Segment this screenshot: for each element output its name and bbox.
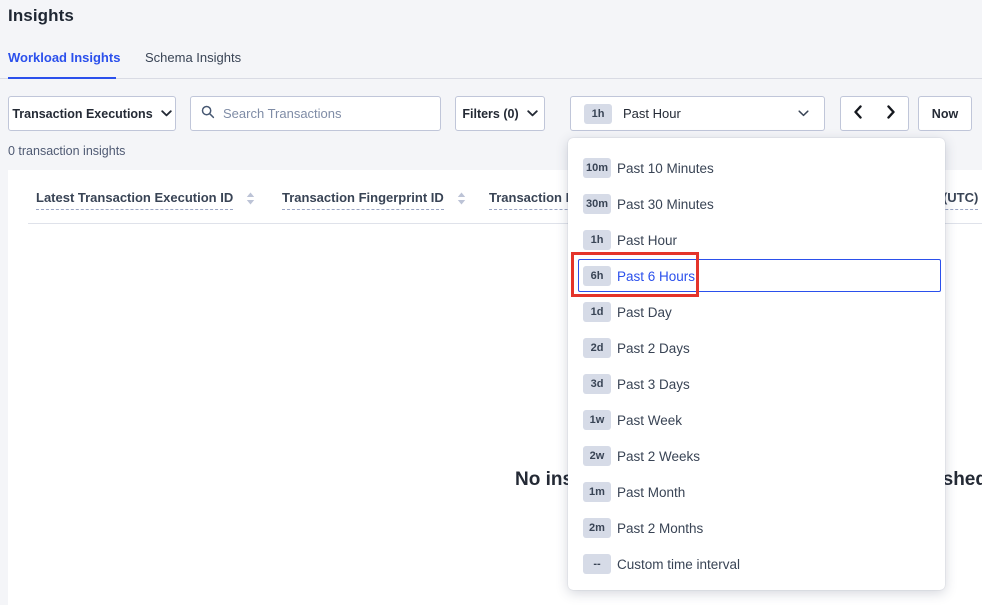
time-option-badge: 2w: [583, 446, 611, 466]
time-interval-dropdown: 10m Past 10 Minutes 30m Past 30 Minutes …: [568, 138, 945, 590]
time-option-label: Past Day: [617, 305, 672, 320]
time-option-label: Past Week: [617, 413, 682, 428]
time-option-label: Past Month: [617, 485, 685, 500]
time-option-badge: 1m: [583, 482, 611, 502]
time-option-label: Past 30 Minutes: [617, 197, 714, 212]
time-option-badge: 6h: [583, 266, 611, 286]
time-option-label: Past Hour: [617, 233, 677, 248]
search-icon: [201, 105, 215, 122]
time-option-badge: 1d: [583, 302, 611, 322]
time-option-past-30-minutes[interactable]: 30m Past 30 Minutes: [568, 186, 945, 222]
tab-schema-insights[interactable]: Schema Insights: [145, 50, 241, 65]
time-option-past-month[interactable]: 1m Past Month: [568, 474, 945, 510]
time-option-label: Past 3 Days: [617, 377, 690, 392]
tab-bar: Workload Insights Schema Insights: [0, 46, 982, 79]
time-option-label: Past 2 Months: [617, 521, 703, 536]
search-box[interactable]: [190, 96, 441, 131]
time-option-past-6-hours[interactable]: 6h Past 6 Hours: [568, 258, 945, 294]
time-option-badge: 1h: [583, 230, 611, 250]
search-input[interactable]: [223, 106, 430, 121]
chevron-down-icon: [161, 110, 172, 117]
insights-count: 0 transaction insights: [8, 144, 125, 158]
time-option-badge: 3d: [583, 374, 611, 394]
time-forward-button[interactable]: [874, 96, 909, 131]
time-option-label: Custom time interval: [617, 557, 740, 572]
active-tab-underline: [8, 77, 116, 79]
column-label: Transaction Fingerprint ID: [282, 190, 444, 210]
page-title: Insights: [8, 6, 74, 26]
time-interval-select[interactable]: 1h Past Hour: [570, 96, 825, 131]
sort-icon[interactable]: [246, 192, 255, 205]
entity-type-label: Transaction Executions: [12, 107, 152, 121]
filters-button[interactable]: Filters (0): [455, 96, 545, 131]
time-option-label: Past 10 Minutes: [617, 161, 714, 176]
insights-page: Insights Workload Insights Schema Insigh…: [0, 0, 982, 605]
time-option-badge: 1w: [583, 410, 611, 430]
time-option-badge: 2m: [583, 518, 611, 538]
time-option-label: Past 6 Hours: [617, 269, 695, 284]
chevron-left-icon: [853, 105, 863, 122]
time-option-past-hour[interactable]: 1h Past Hour: [568, 222, 945, 258]
time-option-badge: 10m: [583, 158, 611, 178]
column-header-latest-transaction-execution-id[interactable]: Latest Transaction Execution ID: [36, 190, 255, 210]
time-option-badge: --: [583, 554, 611, 574]
filters-label: Filters (0): [462, 107, 518, 121]
time-option-past-2-days[interactable]: 2d Past 2 Days: [568, 330, 945, 366]
time-option-past-2-months[interactable]: 2m Past 2 Months: [568, 510, 945, 546]
time-option-label: Past 2 Days: [617, 341, 690, 356]
time-option-past-2-weeks[interactable]: 2w Past 2 Weeks: [568, 438, 945, 474]
tab-workload-insights[interactable]: Workload Insights: [8, 50, 120, 65]
chevron-down-icon: [527, 110, 538, 117]
time-option-badge: 30m: [583, 194, 611, 214]
column-label: Latest Transaction Execution ID: [36, 190, 233, 210]
time-option-past-3-days[interactable]: 3d Past 3 Days: [568, 366, 945, 402]
time-interval-label: Past Hour: [623, 106, 681, 121]
time-option-custom-time-interval[interactable]: -- Custom time interval: [568, 546, 945, 582]
sort-icon[interactable]: [457, 192, 466, 205]
time-option-label: Past 2 Weeks: [617, 449, 700, 464]
time-interval-badge: 1h: [584, 104, 612, 124]
column-header-transaction-fingerprint-id[interactable]: Transaction Fingerprint ID: [282, 190, 466, 210]
chevron-down-icon: [798, 110, 809, 117]
time-option-badge: 2d: [583, 338, 611, 358]
time-option-past-week[interactable]: 1w Past Week: [568, 402, 945, 438]
time-option-past-10-minutes[interactable]: 10m Past 10 Minutes: [568, 150, 945, 186]
now-button[interactable]: Now: [918, 96, 972, 131]
chevron-right-icon: [886, 105, 896, 122]
entity-type-select[interactable]: Transaction Executions: [8, 96, 176, 131]
time-back-button[interactable]: [840, 96, 875, 131]
time-option-past-day[interactable]: 1d Past Day: [568, 294, 945, 330]
